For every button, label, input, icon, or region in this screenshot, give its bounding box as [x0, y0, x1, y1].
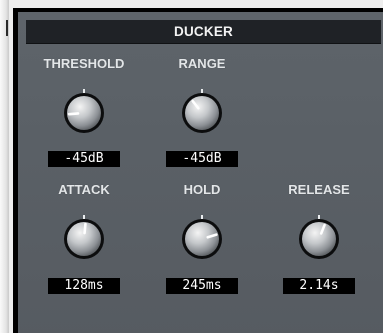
knob-graphic [64, 215, 104, 259]
mixer-screen: DUCKER THRESHOLD -45dB RANGE -45dB ATTAC… [0, 0, 383, 333]
knob-center-notch [201, 89, 203, 93]
knob-center-notch [83, 89, 85, 93]
attack-value[interactable]: 128ms [48, 278, 120, 294]
knob-indicator [83, 222, 87, 235]
hold-label: HOLD [183, 182, 221, 197]
range-label: RANGE [178, 56, 226, 71]
knob-center-notch [318, 215, 320, 219]
knob-body [302, 222, 336, 256]
knob-body [185, 96, 219, 130]
range-value[interactable]: -45dB [166, 151, 238, 167]
knob-graphic [182, 89, 222, 133]
release-knob[interactable] [296, 215, 342, 261]
release-value[interactable]: 2.14s [283, 278, 355, 294]
knob-graphic [299, 215, 339, 259]
title-bar: DUCKER [26, 20, 381, 44]
release-label: RELEASE [288, 182, 350, 197]
threshold-knob[interactable] [61, 89, 107, 135]
hold-value[interactable]: 245ms [166, 278, 238, 294]
attack-label: ATTACK [58, 182, 110, 197]
threshold-label: THRESHOLD [43, 56, 125, 71]
knob-graphic [64, 89, 104, 133]
hold-knob[interactable] [179, 215, 225, 261]
knob-body [185, 222, 219, 256]
attack-knob[interactable] [61, 215, 107, 261]
knob-center-notch [83, 215, 85, 219]
knob-center-notch [201, 215, 203, 219]
knob-graphic [182, 215, 222, 259]
threshold-value[interactable]: -45dB [48, 151, 120, 167]
left-edge-marker [6, 20, 8, 36]
range-knob[interactable] [179, 89, 225, 135]
module-title: DUCKER [174, 24, 233, 39]
knob-indicator [67, 112, 80, 116]
left-window-edge [0, 0, 9, 333]
